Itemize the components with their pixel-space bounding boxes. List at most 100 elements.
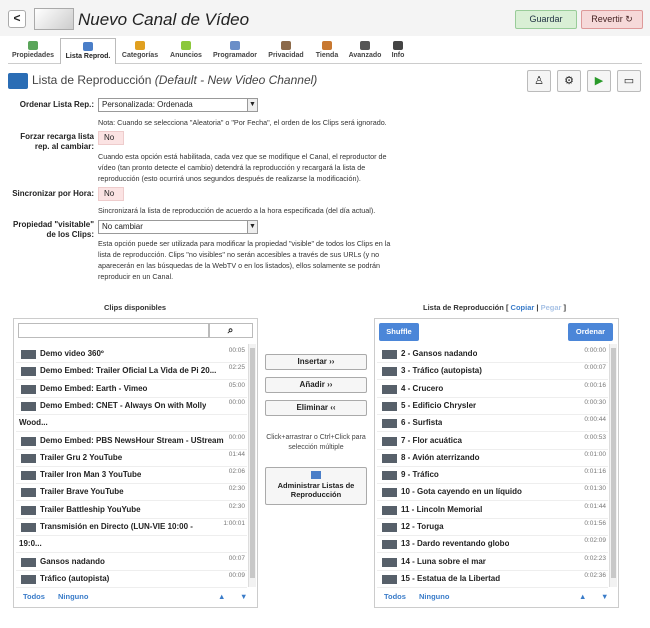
list-item[interactable]: 11 - Lincoln Memorial 0:01:44: [377, 502, 608, 519]
tab-bar: Propiedades Lista Reprod. Categorías Anu…: [8, 36, 642, 64]
move-up-icon[interactable]: ▲: [579, 592, 586, 601]
available-scrollbar[interactable]: [248, 344, 256, 587]
playlist-scrollbar[interactable]: [609, 344, 617, 587]
list-item[interactable]: Trailer Iron Man 3 YouTube 02:06: [16, 467, 247, 485]
item-duration: 00:05: [228, 347, 245, 354]
list-item[interactable]: 2 - Gansos nadando 0:00:00: [377, 346, 608, 363]
reload-label: Forzar recarga lista rep. al cambiar:: [20, 132, 94, 151]
video-thumbnail: [382, 488, 397, 498]
list-item[interactable]: 13 - Dardo reventando globo 0:02:09: [377, 536, 608, 554]
list-item[interactable]: Trailer Gru 2 YouTube 01:44: [16, 450, 247, 467]
section-title: Lista de Reproducción (Default - New Vid…: [32, 73, 318, 87]
tab-playlist[interactable]: Lista Reprod.: [60, 38, 116, 64]
item-duration: 0:00:44: [584, 416, 606, 424]
ads-icon: [181, 41, 191, 50]
add-button[interactable]: Añadir ››: [265, 377, 367, 393]
list-item[interactable]: 3 - Tráfico (autopista) 0:00:07: [377, 363, 608, 381]
tab-privacy[interactable]: Privacidad: [262, 38, 310, 64]
list-item[interactable]: 9 - Tráfico 0:01:16: [377, 467, 608, 485]
item-duration: 05:00: [228, 381, 245, 389]
list-item[interactable]: Transmisión en Directo (LUN-VIE 10:00 - 1…: [16, 519, 247, 536]
monitor-icon[interactable]: ▭: [617, 70, 641, 92]
tab-categories[interactable]: Categorías: [116, 38, 164, 64]
move-down-icon[interactable]: ▼: [240, 592, 247, 601]
item-title: 11 - Lincoln Memorial: [401, 504, 483, 514]
settings-user-icon[interactable]: ⚙: [557, 70, 581, 92]
select-all-link[interactable]: Todos: [23, 592, 45, 601]
playlist-icon: [83, 42, 93, 51]
item-title: 13 - Dardo reventando globo: [401, 539, 510, 549]
item-duration: 0:00:07: [584, 364, 606, 372]
list-item[interactable]: Demo video 360º 00:05: [16, 346, 247, 363]
tab-properties[interactable]: Propiedades: [8, 38, 58, 64]
move-up-icon[interactable]: ▲: [218, 592, 225, 601]
save-button[interactable]: Guardar: [515, 10, 577, 29]
move-down-icon[interactable]: ▼: [601, 592, 608, 601]
select-none-link[interactable]: Ninguno: [419, 592, 449, 601]
list-item[interactable]: Demo Embed: Trailer Oficial La Vida de P…: [16, 363, 247, 381]
video-thumbnail: [382, 523, 397, 532]
insert-button[interactable]: Insertar ››: [265, 354, 367, 370]
video-thumbnail: [21, 436, 36, 446]
video-thumbnail: [21, 574, 36, 584]
list-item[interactable]: Trailer Brave YouTube 02:30: [16, 484, 247, 502]
shuffle-button[interactable]: Shuffle: [379, 323, 419, 341]
list-item[interactable]: 5 - Edificio Chrysler 0:00:30: [377, 398, 608, 415]
list-item[interactable]: 19:0...: [16, 536, 247, 554]
list-item[interactable]: 8 - Avión aterrizando 0:01:00: [377, 450, 608, 467]
scroll-thumb[interactable]: [611, 348, 616, 578]
item-title: 10 - Gota cayendo en un líquido: [401, 487, 522, 497]
manage-playlists-button[interactable]: Administrar Listas de Reproducción: [265, 467, 367, 505]
tab-store[interactable]: Tienda: [310, 38, 344, 64]
item-duration: 0:02:23: [584, 554, 606, 562]
play-icon[interactable]: ▶: [587, 70, 611, 92]
item-duration: 0:01:44: [584, 502, 606, 510]
video-thumbnail: [21, 471, 36, 481]
select-all-link[interactable]: Todos: [384, 592, 406, 601]
playlist-header-icon: [8, 73, 28, 89]
item-duration: 0:00:16: [584, 381, 606, 389]
reload-note: Cuando esta opción está habilitada, cada…: [98, 152, 387, 183]
search-input[interactable]: [18, 323, 210, 338]
order-select[interactable]: Personalizada: Ordenada ▼: [98, 98, 258, 112]
multi-select-hint: Click+arrastrar o Ctrl+Click para selecc…: [266, 434, 366, 451]
user-chart-icon[interactable]: ♙: [527, 70, 551, 92]
scroll-thumb[interactable]: [250, 348, 255, 578]
item-duration: 02:06: [228, 468, 245, 476]
list-item[interactable]: 15 - Estatua de la Libertad 0:02:36: [377, 571, 608, 588]
remove-button[interactable]: Eliminar ‹‹: [265, 400, 367, 416]
tab-ads[interactable]: Anuncios: [164, 38, 208, 64]
reload-toggle[interactable]: No: [98, 131, 124, 145]
tab-advanced[interactable]: Avanzado: [344, 38, 386, 64]
list-item[interactable]: Demo Embed: CNET - Always On with Molly 0…: [16, 398, 247, 415]
sync-toggle[interactable]: No: [98, 187, 124, 201]
video-thumbnail: [382, 419, 397, 429]
item-title: Transmisión en Directo (LUN-VIE 10:00 -: [40, 522, 193, 531]
list-item[interactable]: Gansos nadando 00:07: [16, 554, 247, 571]
select-none-link[interactable]: Ninguno: [58, 592, 88, 601]
tab-scheduler[interactable]: Programador: [208, 38, 262, 64]
list-item[interactable]: Demo Embed: Earth - Vimeo 05:00: [16, 381, 247, 398]
list-item[interactable]: Wood...: [16, 415, 247, 433]
paste-link[interactable]: Pegar: [541, 303, 562, 312]
list-item[interactable]: Demo Embed: PBS NewsHour Stream - UStrea…: [16, 433, 247, 450]
list-item[interactable]: 4 - Crucero 0:00:16: [377, 381, 608, 398]
tab-info[interactable]: Info: [386, 38, 410, 64]
video-thumbnail: [21, 488, 36, 498]
search-icon[interactable]: ⌕: [208, 323, 253, 338]
item-duration: 0:01:00: [584, 450, 606, 458]
list-item[interactable]: Tráfico (autopista) 00:09: [16, 571, 247, 588]
gear-icon: [360, 41, 370, 50]
properties-icon: [28, 41, 38, 50]
copy-link[interactable]: Copiar: [511, 303, 535, 312]
list-item[interactable]: 10 - Gota cayendo en un líquido 0:01:30: [377, 484, 608, 502]
revert-button[interactable]: Revertir ↻: [581, 10, 643, 29]
order-button[interactable]: Ordenar: [568, 323, 613, 341]
list-item[interactable]: Trailer Battleship YouYube 02:30: [16, 502, 247, 519]
list-item[interactable]: 12 - Toruga 0:01:56: [377, 519, 608, 536]
visible-select[interactable]: No cambiar ▼: [98, 220, 258, 234]
list-item[interactable]: 7 - Flor acuática 0:00:53: [377, 433, 608, 450]
list-item[interactable]: 14 - Luna sobre el mar 0:02:23: [377, 554, 608, 571]
list-item[interactable]: 6 - Surfista 0:00:44: [377, 415, 608, 433]
back-button[interactable]: <: [8, 10, 26, 28]
